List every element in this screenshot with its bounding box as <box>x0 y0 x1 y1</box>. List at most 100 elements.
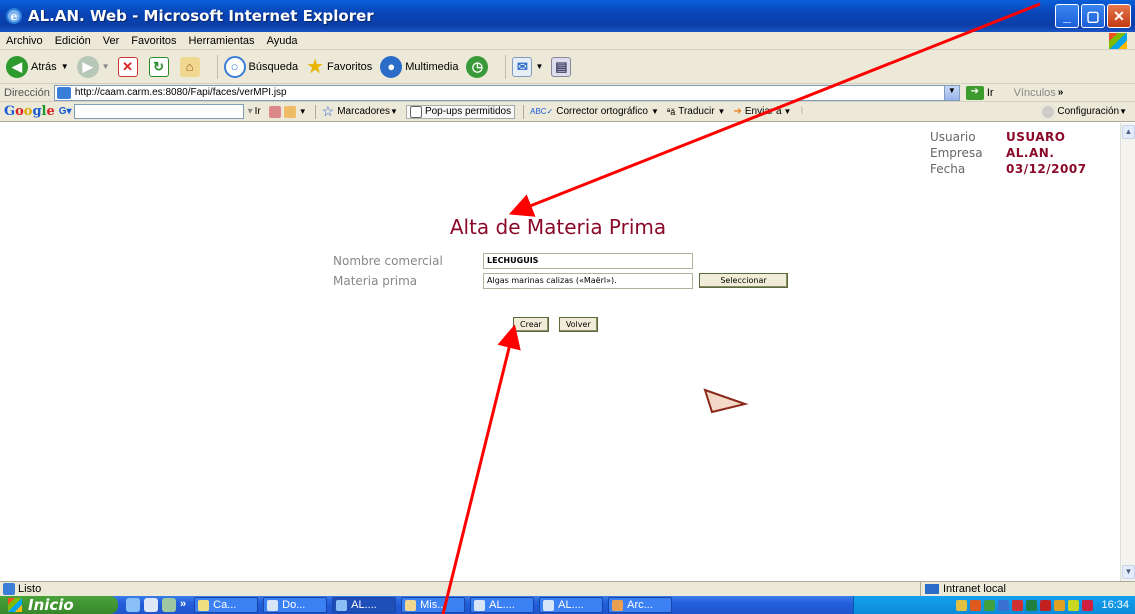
links-label[interactable]: Vínculos <box>1014 87 1056 99</box>
tray-icon[interactable] <box>998 599 1010 611</box>
materia-prima-label: Materia prima <box>333 273 418 288</box>
seleccionar-button[interactable]: Seleccionar <box>699 273 788 288</box>
menu-ver[interactable]: Ver <box>103 35 120 47</box>
tray-icons <box>956 599 1094 611</box>
refresh-button[interactable]: ↻ <box>148 56 172 77</box>
tray-icon[interactable] <box>970 599 982 611</box>
scroll-up-icon[interactable]: ▲ <box>1122 125 1135 139</box>
status-bar: Listo Intranet local <box>0 581 1135 596</box>
nombre-comercial-input[interactable]: LECHUGUIS <box>483 252 693 269</box>
paperclip-button[interactable]: ⌇ <box>799 106 804 117</box>
menu-ayuda[interactable]: Ayuda <box>267 35 298 47</box>
print-button[interactable]: ▤ <box>551 56 574 77</box>
start-button[interactable]: Inicio <box>0 596 118 614</box>
google-search-input[interactable] <box>73 104 244 119</box>
menu-edicion[interactable]: Edición <box>55 35 91 47</box>
multimedia-button[interactable]: ● Multimedia <box>380 55 459 78</box>
company-label: Empresa <box>930 146 983 160</box>
task-app-icon <box>474 599 486 611</box>
tray-icon[interactable] <box>1040 599 1052 611</box>
status-page-icon <box>3 583 15 595</box>
tray-icon[interactable] <box>1012 599 1024 611</box>
menu-archivo[interactable]: Archivo <box>6 35 43 47</box>
address-dropdown-icon[interactable]: ▼ <box>943 85 959 100</box>
tray-icon[interactable] <box>984 599 996 611</box>
search-icon: ○ <box>223 55 246 78</box>
task-app-icon <box>267 599 279 611</box>
task-item[interactable]: AL.... <box>332 597 397 613</box>
translate-button[interactable]: ªǎ Traducir ▼ <box>667 106 726 117</box>
popups-button[interactable]: Pop-ups permitidos <box>405 104 516 119</box>
ie-quicklaunch-icon[interactable] <box>126 598 140 612</box>
spellcheck-button[interactable]: ABC✓ Corrector ortográfico ▼ <box>530 106 659 117</box>
translate-label: Traducir <box>678 106 715 117</box>
toolbar-separator <box>505 54 507 79</box>
google-go-button[interactable]: ▾ Ir <box>248 106 261 117</box>
task-item[interactable]: AL.... <box>539 597 604 613</box>
task-label: Ca... <box>213 599 237 611</box>
desktop-quicklaunch-icon[interactable] <box>162 598 176 612</box>
materia-prima-input[interactable]: Algas marinas calizas («Maërl»). <box>483 272 693 289</box>
go-button[interactable]: ➔ Ir <box>965 85 994 100</box>
vertical-scrollbar[interactable]: ▲ ▼ <box>1120 123 1135 581</box>
minimize-button[interactable]: _ <box>1055 4 1079 28</box>
title-bar: e AL.AN. Web - Microsoft Internet Explor… <box>0 0 1135 32</box>
address-url: http://caam.carm.es:8080/Fapi/faces/verM… <box>74 87 287 98</box>
close-button[interactable]: ✕ <box>1107 4 1131 28</box>
user-label: Usuario <box>930 130 976 144</box>
scroll-down-icon[interactable]: ▼ <box>1122 565 1135 579</box>
tray-icon[interactable] <box>1082 599 1094 611</box>
menu-herramientas[interactable]: Herramientas <box>189 35 255 47</box>
forward-button[interactable]: ▶ ▼ <box>76 55 110 78</box>
task-item[interactable]: Arc... <box>608 597 673 613</box>
tray-icon[interactable] <box>956 599 968 611</box>
send-to-button[interactable]: ➔ Enviar a ▼ <box>733 106 791 117</box>
tray-icon[interactable] <box>1054 599 1066 611</box>
mail-dropdown-icon[interactable]: ▼ <box>535 62 543 71</box>
chevron-right-icon[interactable]: » <box>1058 87 1064 98</box>
settings-button[interactable]: Configuración ▼ <box>1042 105 1127 118</box>
task-item[interactable]: Ca... <box>194 597 259 613</box>
form-row-nombre: Nombre comercial LECHUGUIS <box>333 251 788 270</box>
favorites-button[interactable]: ★ Favoritos <box>306 54 372 79</box>
forward-dropdown-icon[interactable]: ▼ <box>102 62 110 71</box>
maximize-button[interactable]: ▢ <box>1081 4 1105 28</box>
tray-icon[interactable] <box>1068 599 1080 611</box>
mail-quicklaunch-icon[interactable] <box>144 598 158 612</box>
stop-button[interactable]: ✕ <box>117 56 141 77</box>
google-menu-icon[interactable]: G▾ <box>59 106 72 117</box>
page-title: Alta de Materia Prima <box>449 215 667 239</box>
back-arrow-icon: ◀ <box>6 55 28 78</box>
spellcheck-label: Corrector ortográfico <box>556 106 648 117</box>
multimedia-label: Multimedia <box>405 60 459 73</box>
task-item[interactable]: AL.... <box>470 597 535 613</box>
history-button[interactable]: ◷ <box>466 55 491 78</box>
volver-button[interactable]: Volver <box>558 317 598 332</box>
task-item[interactable]: Mis... <box>401 597 466 613</box>
google-tools-button[interactable]: ▼ <box>268 105 307 118</box>
crear-button[interactable]: Crear <box>513 317 549 332</box>
back-button[interactable]: ◀ Atrás ▼ <box>6 55 69 78</box>
back-dropdown-icon[interactable]: ▼ <box>61 62 69 71</box>
popups-label: Pop-ups permitidos <box>424 106 512 117</box>
chevron-right-icon[interactable]: » <box>180 598 186 612</box>
ie-logo-icon: e <box>6 8 22 24</box>
print-icon: ▤ <box>551 56 572 77</box>
windows-logo-icon <box>1109 33 1127 49</box>
go-icon: ▾ <box>247 106 253 117</box>
task-item[interactable]: Do... <box>263 597 328 613</box>
chevron-down-icon: ▼ <box>717 107 726 116</box>
paperclip-icon: ⌇ <box>799 106 805 117</box>
mail-button[interactable]: ✉ ▼ <box>512 56 543 77</box>
tray-icon[interactable] <box>1026 599 1038 611</box>
taskbar: Inicio » Ca... Do... AL.... Mis... AL...… <box>0 596 1135 614</box>
bookmarks-button[interactable]: ☆ Marcadores ▼ <box>322 103 398 120</box>
menu-favoritos[interactable]: Favoritos <box>131 35 176 47</box>
windows-logo-icon <box>8 598 22 612</box>
address-input[interactable]: http://caam.carm.es:8080/Fapi/faces/verM… <box>53 84 960 101</box>
search-button[interactable]: ○ Búsqueda <box>223 55 298 78</box>
task-label: AL.... <box>558 599 584 611</box>
home-button[interactable]: ⌂ <box>179 56 203 77</box>
popup-icon <box>409 105 422 118</box>
google-toolbar: Google G▾ ▾ Ir ▼ ☆ Marcadores ▼ Pop-ups … <box>0 102 1135 122</box>
